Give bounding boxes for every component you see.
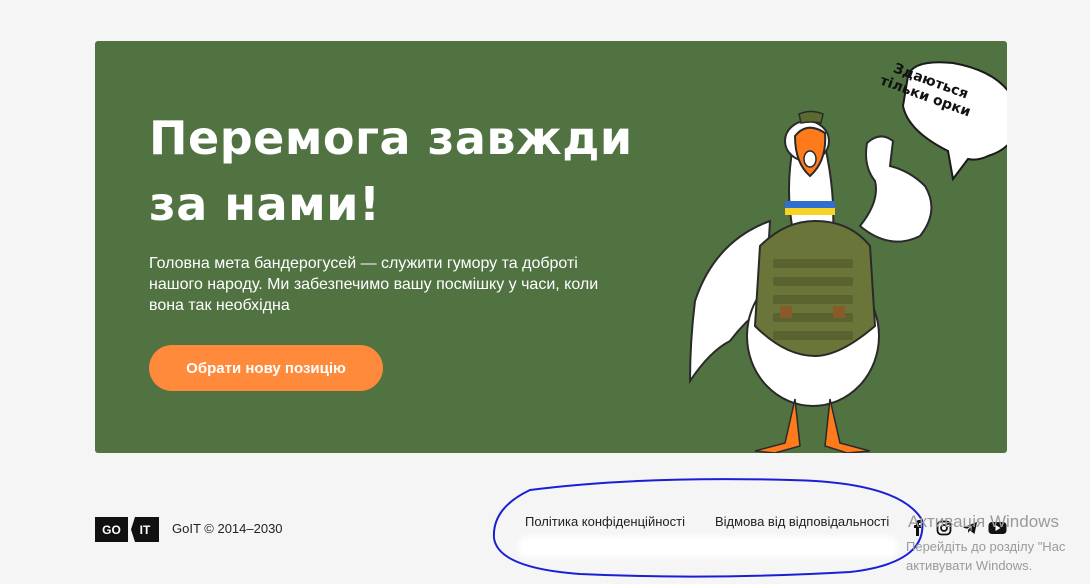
logo-it: IT bbox=[131, 517, 159, 542]
hero-title-line-2: за нами! bbox=[149, 177, 381, 231]
windows-activation-hint: Перейдіть до розділу "Нас активувати Win… bbox=[906, 537, 1065, 575]
windows-activation-line-1: Перейдіть до розділу "Нас bbox=[906, 539, 1066, 554]
hand-drawn-annotation-circle bbox=[492, 478, 924, 578]
hero-title-line-1: Перемога завжди bbox=[149, 111, 633, 165]
hero-title: Перемога завжди за нами! bbox=[149, 105, 669, 237]
copyright-text: GoIT © 2014–2030 bbox=[172, 521, 283, 536]
windows-activation-line-2: активувати Windows. bbox=[906, 558, 1033, 573]
hero-description: Головна мета бандерогусей — служити гумо… bbox=[149, 255, 599, 314]
windows-activation-title: Активація Windows bbox=[908, 512, 1059, 531]
logo-go: GO bbox=[95, 517, 128, 542]
hero-banner: Перемога завжди за нами! Головна мета ба… bbox=[95, 41, 1007, 453]
choose-position-button[interactable]: Обрати нову позицію bbox=[149, 345, 383, 391]
goit-logo[interactable]: GO IT bbox=[95, 517, 159, 542]
